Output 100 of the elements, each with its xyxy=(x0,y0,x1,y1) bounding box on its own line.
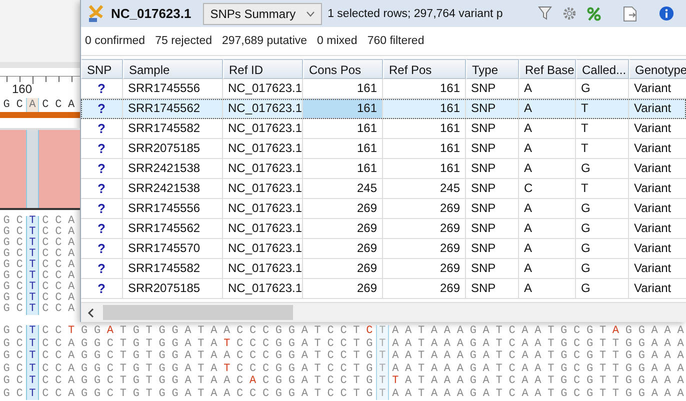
table-cell: 269 xyxy=(303,219,383,239)
table-row[interactable]: ? SRR1745562 NC_017623.1 161 161 SNP A T Variant xyxy=(81,99,686,119)
table-cell: SNP xyxy=(466,239,519,259)
selection-summary: 1 selected rows; 297,764 variant p xyxy=(328,8,504,20)
column-header[interactable]: Called... xyxy=(576,59,629,79)
table-cell: G xyxy=(576,159,629,179)
column-header[interactable]: Sample xyxy=(123,59,223,79)
view-dropdown[interactable]: SNPs Summary xyxy=(203,2,322,24)
table-cell: A xyxy=(519,219,576,239)
table-cell: G xyxy=(576,199,629,219)
table-cell: 269 xyxy=(383,219,466,239)
table-cell: SNP xyxy=(466,259,519,279)
table-row[interactable]: ? SRR1745582 NC_017623.1 269 269 SNP A G Variant xyxy=(81,259,686,279)
table-row[interactable]: ? SRR1745582 NC_017623.1 161 161 SNP A T Variant xyxy=(81,119,686,139)
table-cell: Variant xyxy=(629,159,686,179)
table-cell: G xyxy=(576,279,629,299)
table-cell: ? xyxy=(81,99,123,119)
table-cell: ? xyxy=(81,219,123,239)
table-row[interactable]: ? SRR1745570 NC_017623.1 269 269 SNP A G Variant xyxy=(81,239,686,259)
table-cell: A xyxy=(519,279,576,299)
table-cell: A xyxy=(519,239,576,259)
read-sequence: G C T C C A G G C T G T G G A T A A C C C G G A T C C T G T A A T A A A G A T C A A T G C G T T G G A A A xyxy=(2,350,685,362)
table-cell: SRR1745582 xyxy=(123,259,223,279)
read-sequence: G C T C C A xyxy=(2,216,76,227)
read-sequence: G C T C C A xyxy=(2,293,76,304)
table-cell: SNP xyxy=(466,119,519,139)
export-document-icon[interactable] xyxy=(622,6,637,22)
read-sequence: G C T C C A xyxy=(2,238,76,249)
table-row[interactable]: ? SRR2421538 NC_017623.1 161 161 SNP A G Variant xyxy=(81,159,686,179)
scrollbar-thumb[interactable] xyxy=(103,305,293,320)
table-cell: NC_017623.1 xyxy=(223,119,303,139)
table-cell: 161 xyxy=(303,119,383,139)
table-cell: Variant xyxy=(629,99,686,119)
table-cell: SNP xyxy=(466,99,519,119)
table-cell: NC_017623.1 xyxy=(223,279,303,299)
info-icon[interactable] xyxy=(658,6,674,21)
table-cell: G xyxy=(576,259,629,279)
read-sequence: G C T C C A xyxy=(2,227,76,238)
table-cell: A xyxy=(519,99,576,119)
status-count: 75 rejected xyxy=(155,35,212,47)
column-header[interactable]: Cons Pos xyxy=(303,59,383,79)
table-cell: ? xyxy=(81,279,123,299)
table-cell: Variant xyxy=(629,279,686,299)
column-header[interactable]: Ref ID xyxy=(223,59,303,79)
table-cell: Variant xyxy=(629,219,686,239)
filter-icon[interactable] xyxy=(538,6,552,21)
table-cell: A xyxy=(519,199,576,219)
table-cell: 161 xyxy=(303,159,383,179)
caret-icon xyxy=(306,10,315,16)
table-cell: 269 xyxy=(383,239,466,259)
read-sequence: G C T C C A xyxy=(2,271,76,282)
table-cell: T xyxy=(576,99,629,119)
table-row[interactable]: ? SRR2075185 NC_017623.1 269 269 SNP A G Variant xyxy=(81,279,686,299)
table-cell: SRR2421538 xyxy=(123,159,223,179)
column-header[interactable]: Ref Base xyxy=(519,59,576,79)
read-sequence: G C T C C A G G C T G T G G A T A T C C C G G A T C C T G T A A T A A A G A T C A A T G C G T T G G A A A xyxy=(2,338,685,350)
table-cell: A xyxy=(519,159,576,179)
read-sequence: G C T C C A G G C T G T G G A T A T C C C G G A T C C T G T A A T A A A G A T C A A T G C G T T G G A A A xyxy=(2,362,685,375)
status-count: 0 confirmed xyxy=(85,35,146,47)
table-cell: NC_017623.1 xyxy=(223,199,303,219)
table-cell: 269 xyxy=(383,199,466,219)
table-cell: SRR1745562 xyxy=(123,219,223,239)
table-cell: NC_017623.1 xyxy=(223,219,303,239)
table-cell: 161 xyxy=(383,99,466,119)
scroll-left-icon[interactable] xyxy=(87,308,95,318)
table-cell: 269 xyxy=(303,279,383,299)
table-row[interactable]: ? SRR1745562 NC_017623.1 269 269 SNP A G Variant xyxy=(81,219,686,239)
table-cell: NC_017623.1 xyxy=(223,179,303,199)
table-cell: 161 xyxy=(303,139,383,159)
table-cell: ? xyxy=(81,119,123,139)
table-cell: A xyxy=(519,119,576,139)
table-row[interactable]: ? SRR2421538 NC_017623.1 245 245 SNP C T Variant xyxy=(81,179,686,199)
table-cell: 269 xyxy=(303,199,383,219)
table-cell: 269 xyxy=(383,279,466,299)
table-cell: A xyxy=(519,259,576,279)
table-cell: NC_017623.1 xyxy=(223,239,303,259)
column-header[interactable]: Ref Pos xyxy=(383,59,466,79)
percent-icon[interactable] xyxy=(586,6,601,20)
table-cell: G xyxy=(576,239,629,259)
table-cell: 269 xyxy=(383,259,466,279)
table-cell: SRR2421538 xyxy=(123,179,223,199)
table-cell: Variant xyxy=(629,239,686,259)
table-cell: SNP xyxy=(466,279,519,299)
table-cell: SRR1745570 xyxy=(123,239,223,259)
settings-icon[interactable] xyxy=(562,6,577,21)
table-cell: Variant xyxy=(629,179,686,199)
table-row[interactable]: ? SRR2075185 NC_017623.1 161 161 SNP A T Variant xyxy=(81,139,686,159)
status-count: 0 mixed xyxy=(317,35,358,47)
table-row[interactable]: ? SRR1745556 NC_017623.1 269 269 SNP A G Variant xyxy=(81,199,686,219)
column-header[interactable]: SNP xyxy=(81,59,123,79)
table-cell: 161 xyxy=(383,119,466,139)
horizontal-scrollbar[interactable] xyxy=(81,302,686,322)
read-sequence: G C T C C A xyxy=(2,304,76,315)
table-cell: SNP xyxy=(466,139,519,159)
column-header[interactable]: Type xyxy=(466,59,519,79)
table-cell: G xyxy=(576,219,629,239)
consensus-sequence: G C A C C A xyxy=(2,98,76,112)
table-cell: A xyxy=(519,139,576,159)
read-sequence: G C T C C T G G A T G T G G A T A A C C C G G A T C C T C T A A T A A A G A T C A A T G C G T A G G A A A xyxy=(2,325,685,338)
table-cell: ? xyxy=(81,179,123,199)
